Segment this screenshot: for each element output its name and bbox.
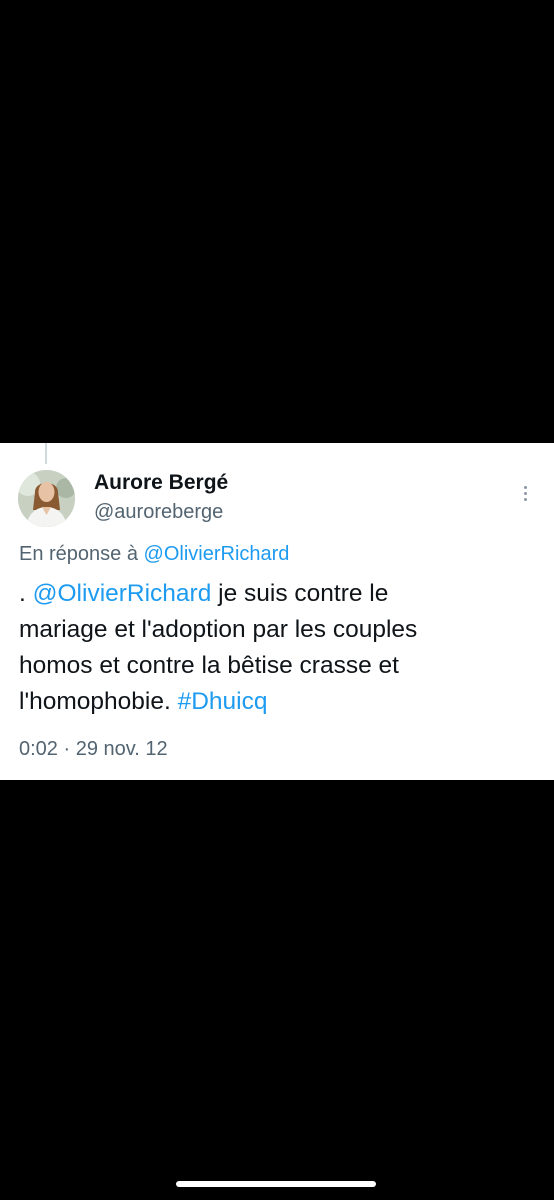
tweet-text-line: mariage et l'adoption par les couples	[19, 616, 418, 643]
tweet-text: . @OlivierRichard je suis contre le mari…	[19, 576, 539, 720]
more-options-button[interactable]	[516, 483, 536, 505]
tweet-text-plain: je suis contre le	[211, 580, 389, 607]
reply-to-mention-link[interactable]: @OlivierRichard	[144, 543, 290, 565]
tweet-text-plain: l'homophobie.	[19, 688, 178, 715]
tweet-card[interactable]: Aurore Bergé @auroreberge En réponse à @…	[0, 443, 554, 780]
author-handle[interactable]: @auroreberge	[94, 501, 223, 524]
reply-context: En réponse à @OlivierRichard	[19, 543, 289, 566]
reply-prefix: En réponse à	[19, 543, 144, 565]
home-indicator[interactable]	[176, 1181, 376, 1187]
more-vertical-icon-dot	[524, 492, 527, 495]
mention-link[interactable]: @OlivierRichard	[33, 580, 212, 607]
more-vertical-icon	[524, 486, 527, 489]
more-vertical-icon-dot	[524, 498, 527, 501]
author-display-name[interactable]: Aurore Bergé	[94, 471, 228, 495]
tweet-text-line: . @OlivierRichard je suis contre le	[19, 576, 539, 612]
tweet-timestamp[interactable]: 0:02 · 29 nov. 12	[19, 738, 168, 761]
tweet-text-plain: .	[19, 580, 33, 607]
thread-connector-line	[45, 443, 47, 464]
avatar[interactable]	[18, 470, 75, 527]
avatar-photo-icon	[18, 470, 75, 527]
hashtag-link[interactable]: #Dhuicq	[178, 688, 268, 715]
tweet-text-line: homos et contre la bêtise crasse et	[19, 652, 399, 679]
tweet-text-line: l'homophobie. #Dhuicq	[19, 684, 539, 720]
